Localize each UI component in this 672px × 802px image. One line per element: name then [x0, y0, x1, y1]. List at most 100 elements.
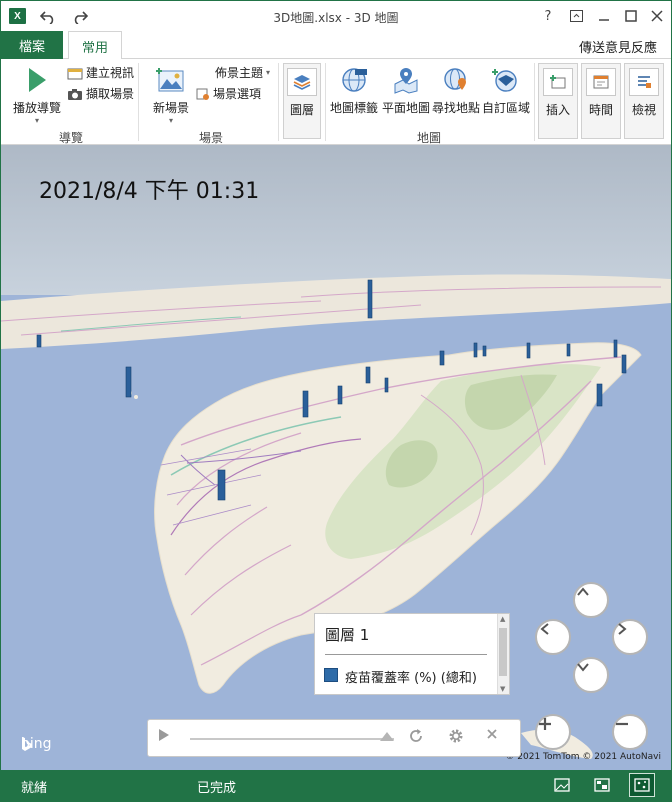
zoom-out-button[interactable]	[612, 714, 648, 750]
find-location-button[interactable]: 尋找地點	[431, 65, 481, 116]
create-video-button[interactable]: 建立視訊	[66, 64, 134, 81]
timeline-play-icon[interactable]	[158, 728, 178, 748]
time-icon	[586, 68, 616, 96]
bing-icon	[22, 737, 32, 751]
zoom-in-button[interactable]	[535, 714, 571, 750]
ribbon-separator	[325, 63, 326, 141]
chevron-left-icon	[540, 623, 549, 635]
legend-divider	[325, 654, 487, 655]
rotate-right-button[interactable]	[612, 619, 648, 655]
data-bar[interactable]	[596, 383, 603, 407]
help-button[interactable]: ?	[539, 7, 557, 25]
status-ready: 就緒	[21, 781, 48, 796]
create-video-label: 建立視訊	[86, 66, 135, 80]
scene-options-icon	[195, 86, 211, 102]
flat-map-button[interactable]: 平面地圖	[381, 65, 431, 116]
scene-view-icon[interactable]	[549, 773, 575, 797]
map-labels-label: 地圖標籤	[329, 101, 378, 115]
data-bar[interactable]	[125, 366, 132, 398]
insert-button[interactable]: 插入	[538, 63, 578, 139]
chevron-down-icon: ▾	[34, 116, 39, 125]
ribbon-display-icon[interactable]	[567, 7, 585, 25]
ribbon: 播放導覽 ▾ 建立視訊 擷取場景 導覽 新場景 ▾ 佈景主題 ▾ 場景選項 場景	[1, 59, 671, 145]
insert-label: 插入	[545, 103, 570, 117]
time-button[interactable]: 時間	[581, 63, 621, 139]
scene-options-button[interactable]: 場景選項	[195, 85, 261, 102]
data-bar[interactable]	[36, 334, 42, 348]
loop-icon[interactable]	[408, 728, 428, 748]
capture-screen-button[interactable]: 擷取場景	[66, 85, 134, 102]
data-bar[interactable]	[384, 377, 389, 393]
ribbon-separator	[534, 63, 535, 141]
timeline-close-icon[interactable]	[486, 728, 506, 748]
status-bar: 就緒 已完成	[1, 770, 671, 801]
scroll-down-icon[interactable]: ▼	[500, 685, 505, 693]
data-bar[interactable]	[526, 342, 531, 359]
minus-icon	[616, 722, 628, 726]
capture-screen-label: 擷取場景	[86, 87, 135, 101]
field-list-icon[interactable]	[629, 773, 655, 797]
group-label-tour: 導覽	[58, 131, 83, 145]
data-bar[interactable]	[613, 339, 618, 358]
legend-scroll-thumb[interactable]	[499, 628, 507, 676]
group-label-scene: 場景	[198, 131, 223, 145]
tab-home[interactable]: 常用	[68, 31, 122, 60]
send-feedback-button[interactable]: 傳送意見反應	[579, 37, 657, 56]
new-scene-icon	[155, 65, 187, 95]
data-bar[interactable]	[302, 390, 309, 418]
scroll-up-icon[interactable]: ▲	[500, 615, 505, 623]
play-tour-label: 播放導覽	[13, 101, 62, 115]
chevron-down-icon: ▾	[168, 116, 173, 125]
layer-pane-label: 圖層	[289, 103, 314, 117]
tour-editor-icon[interactable]	[589, 773, 615, 797]
data-bar[interactable]	[365, 366, 371, 384]
layers-icon	[287, 68, 317, 96]
custom-regions-button[interactable]: 自訂區域	[481, 65, 531, 116]
settings-gear-icon[interactable]	[448, 728, 468, 748]
maximize-icon[interactable]	[622, 7, 640, 25]
timeline-track[interactable]	[190, 738, 394, 740]
ribbon-separator	[138, 63, 139, 141]
group-label-map: 地圖	[416, 131, 441, 145]
new-scene-button[interactable]: 新場景 ▾	[147, 65, 195, 125]
scene-options-label: 場景選項	[213, 87, 262, 101]
tab-file[interactable]: 檔案	[1, 31, 63, 59]
find-location-icon	[440, 65, 472, 95]
chevron-right-icon	[618, 623, 627, 635]
camera-icon	[66, 86, 84, 102]
data-bar[interactable]	[473, 342, 478, 358]
map-canvas[interactable]: 2021/8/4 下午 01:31 bing © 2021 TomTom © 2…	[1, 145, 671, 770]
status-done: 已完成	[197, 781, 237, 796]
minimize-icon[interactable]	[595, 7, 613, 25]
data-bar[interactable]	[337, 385, 343, 405]
themes-button[interactable]: 佈景主題 ▾	[215, 64, 270, 81]
bing-logo: bing	[21, 736, 52, 752]
data-bar[interactable]	[621, 354, 627, 374]
view-button[interactable]: 檢視	[624, 63, 664, 139]
layer-pane-button[interactable]: 圖層	[283, 63, 321, 139]
data-bar[interactable]	[482, 345, 487, 357]
map-labels-button[interactable]: 地圖標籤	[329, 65, 379, 116]
tilt-up-button[interactable]	[573, 582, 609, 618]
map-pin-icon	[390, 65, 422, 95]
view-label: 檢視	[631, 103, 656, 117]
legend-swatch	[324, 668, 338, 682]
data-bar[interactable]	[217, 469, 226, 501]
tilt-down-button[interactable]	[573, 657, 609, 693]
time-label: 時間	[588, 103, 613, 117]
play-tour-button[interactable]: 播放導覽 ▾	[13, 65, 61, 125]
map-credits: © 2021 TomTom © 2021 AutoNavi	[505, 752, 661, 762]
time-decorator: 2021/8/4 下午 01:31	[39, 179, 260, 204]
rotate-left-button[interactable]	[535, 619, 571, 655]
data-bar[interactable]	[439, 350, 445, 366]
data-bar[interactable]	[367, 279, 373, 319]
chevron-down-icon	[577, 663, 589, 672]
legend-panel[interactable]: 圖層 1 疫苗覆蓋率 (%) (總和) ▲ ▼	[314, 613, 510, 695]
new-scene-label: 新場景	[152, 101, 189, 115]
legend-title: 圖層 1	[325, 626, 370, 644]
close-icon[interactable]	[648, 7, 666, 25]
find-location-label: 尋找地點	[431, 101, 480, 115]
legend-scrollbar[interactable]: ▲ ▼	[497, 614, 509, 694]
flat-map-label: 平面地圖	[381, 101, 430, 115]
data-bar[interactable]	[566, 343, 571, 357]
